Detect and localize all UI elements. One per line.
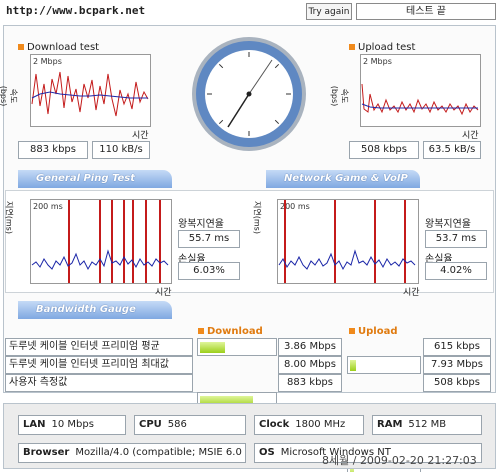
ping-left-rtt-label: 왕복지연율 [178,219,224,230]
bandwidth-upload-header: Upload [349,326,397,337]
ping-left-chart: 200 ms [30,199,172,284]
ping-left-rtt-value: 55.7 ms [178,230,240,248]
try-again-button[interactable]: Try again [306,3,352,20]
download-time-label: 시간 [132,131,149,141]
ping-right-axis-label: 지연(ms) [252,201,262,234]
download-chart: 2 Mbps [30,54,151,127]
ping-right-time-label: 시간 [403,288,420,298]
cpu-value: 586 [167,419,187,430]
lan-label: LAN [23,419,46,430]
upload-kbps: 508 kbps [349,141,419,159]
download-axis-label: 속도(bps) [0,85,18,107]
download-marker-icon [18,44,24,50]
upload-scale: 2 Mbps [363,57,392,66]
ul-bar-fill [350,360,356,371]
download-kBs: 110 kB/s [92,141,150,159]
gauge-row-label: 두루넷 케이블 인터넷 프리미엄 최대값 [5,356,193,374]
cpu-info: CPU 586 [134,415,246,435]
ping-right-loss-value: 4.02% [425,262,487,280]
lan-info: LAN 10 Mbps [18,415,126,435]
gauge-row-ul-value: 508 kbps [423,374,491,392]
end-test-box[interactable]: 테스트 끝 [356,3,496,20]
gauge-row-dl-bar [197,338,277,356]
bandwidth-download-header: Download [198,326,263,337]
tab-network-game[interactable]: Network Game & VoIP Test [266,170,420,202]
ping-left-loss-value: 6.03% [178,262,240,280]
tab-bandwidth-gauge[interactable]: Bandwidth Gauge [18,301,172,319]
ping-left-scale: 200 ms [33,202,63,211]
clock-value: 1800 MHz [295,419,346,430]
ping-right-rtt-value: 53.7 ms [425,230,487,248]
download-header-marker-icon [198,328,204,334]
gauge-row-label: 두루넷 케이블 인터넷 프리미엄 평균 [5,338,193,356]
ram-info: RAM 512 MB [372,415,482,435]
browser-value: Mozilla/4.0 (compatible; MSIE 6.0 [75,447,242,458]
lan-value: 10 Mbps [51,419,94,430]
site-url: http://www.bcpark.net [6,4,146,17]
clock-info: Clock 1800 MHz [254,415,364,435]
upload-chart: 2 Mbps [360,54,481,127]
gauge-row-dl-value: 8.00 Mbps [278,356,342,374]
gauge-row-label: 사용자 측정값 [5,374,193,392]
upload-kBs: 63.5 kB/s [423,141,481,159]
download-scale: 2 Mbps [33,57,62,66]
gauge-row-ul-value: 7.93 Mbps [423,356,491,374]
ram-label: RAM [377,419,403,430]
tab-general-ping[interactable]: General Ping Test [18,170,172,188]
ping-right-rtt-label: 왕복지연율 [425,219,471,230]
browser-info: Browser Mozilla/4.0 (compatible; MSIE 6.0 [18,443,246,463]
upload-time-label: 시간 [462,131,479,141]
upload-header-marker-icon [349,328,355,334]
browser-label: Browser [23,447,70,458]
download-kbps: 883 kbps [18,141,88,159]
clock-label: Clock [259,419,290,430]
upload-marker-icon [349,44,355,50]
dl-bar-fill [200,342,225,353]
ping-left-axis-label: 지연(ms) [4,201,14,234]
upload-title: Upload test [349,42,415,53]
ping-left-time-label: 시간 [155,288,172,298]
ping-right-chart: 200 ms [277,199,419,284]
cpu-label: CPU [139,419,162,430]
upload-axis-label: 속도(bps) [330,85,349,107]
os-label: OS [259,447,275,458]
speed-gauge [192,37,306,151]
download-title: Download test [18,42,99,53]
timestamp-stamp: 8세월 / 2009-02-20 21:27:03 [322,454,477,467]
gauge-row-ul-value: 615 kbps [423,338,491,356]
ram-value: 512 MB [408,419,447,430]
gauge-row-dl-value: 3.86 Mbps [278,338,342,356]
gauge-row-ul-bar [347,356,421,374]
gauge-row-dl-value: 883 kbps [278,374,342,392]
